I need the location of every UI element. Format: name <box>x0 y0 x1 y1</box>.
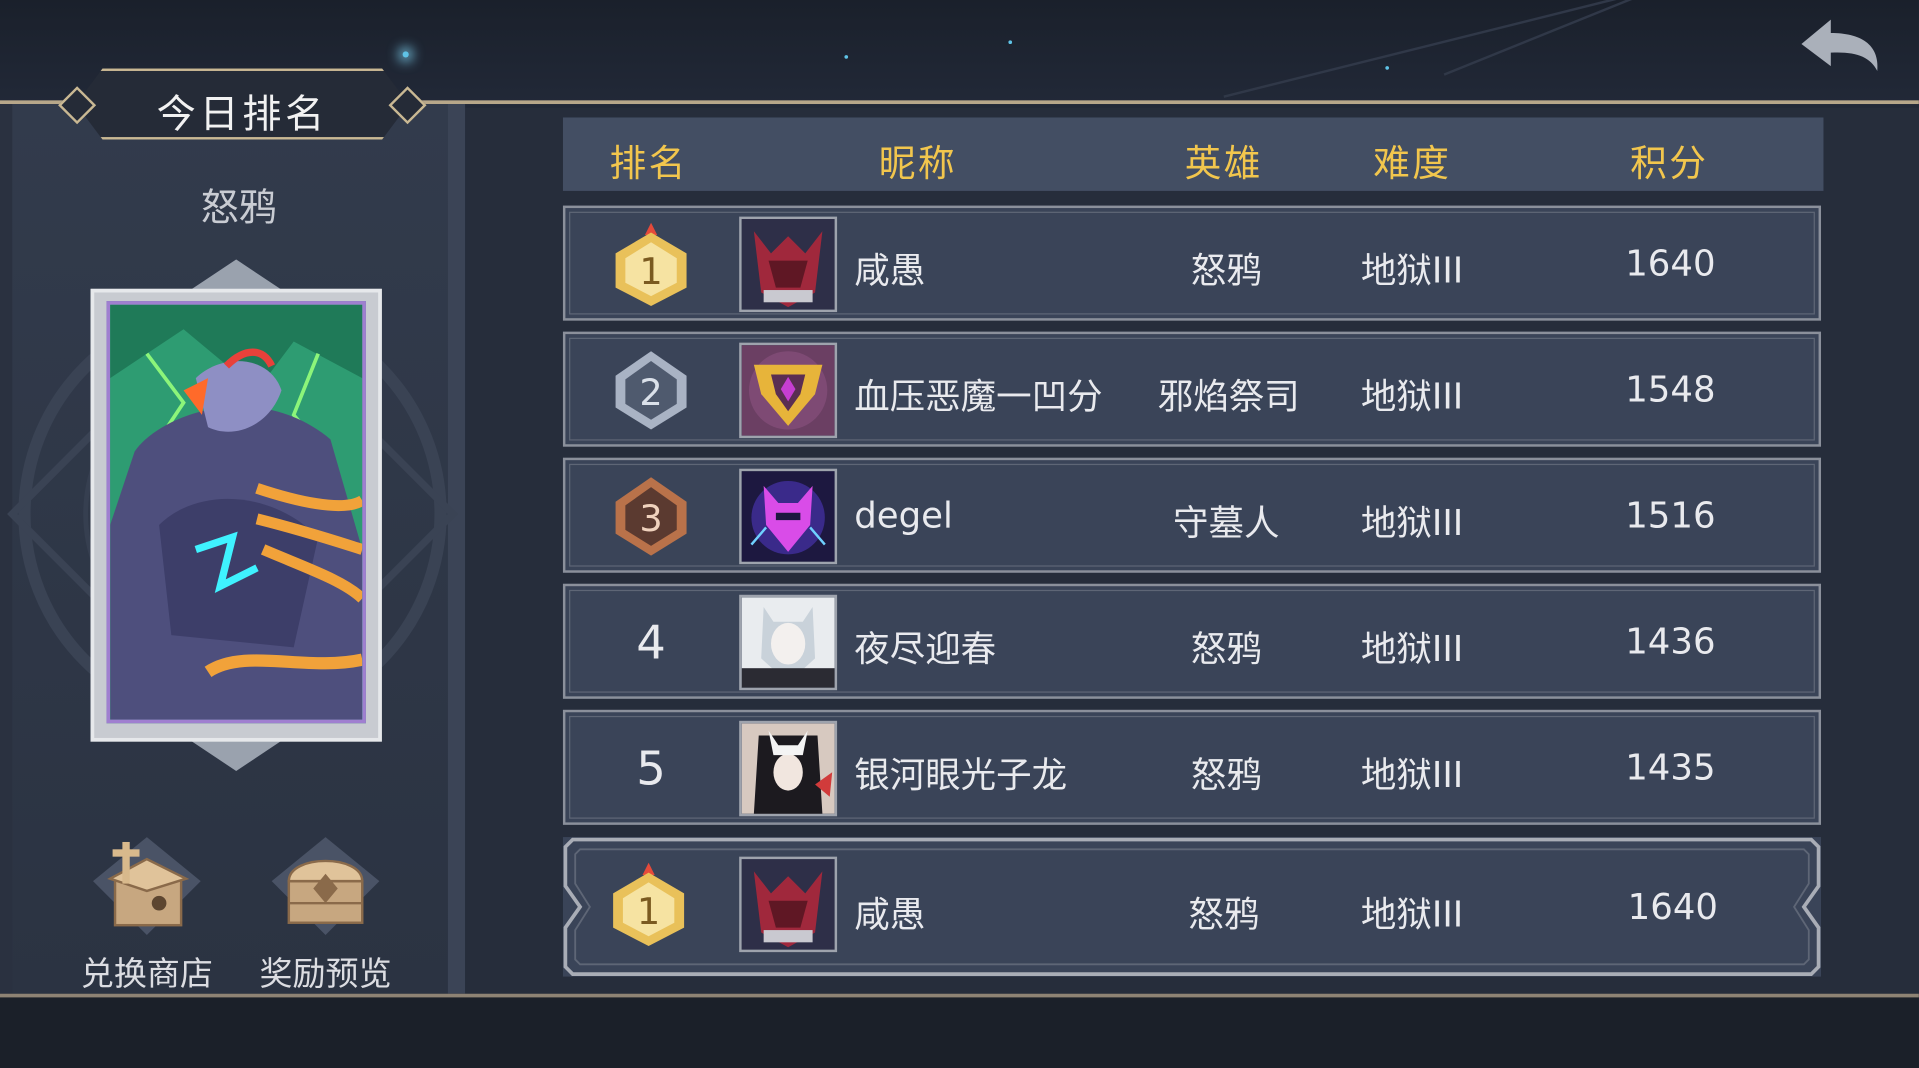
medal-rank-number: 1 <box>637 890 660 933</box>
medal-rank-number: 1 <box>639 250 662 293</box>
table-row[interactable]: 5 银河眼光子龙 怒鸦 地狱III 1435 <box>562 709 1822 825</box>
back-arrow-icon[interactable] <box>1797 15 1885 79</box>
star-sparkle <box>402 51 409 58</box>
rank-number: 4 <box>636 615 666 670</box>
player-score: 1640 <box>1627 886 1718 928</box>
player-name: 咸愚 <box>854 893 926 935</box>
player-difficulty: 地狱III <box>1360 501 1464 544</box>
reward-preview-button[interactable]: 奖励预览 <box>252 832 399 995</box>
star-sparkle <box>1385 66 1390 70</box>
reward-preview-label: 奖励预览 <box>259 955 392 994</box>
star-sparkle <box>844 55 849 59</box>
demon-portrait <box>741 859 835 950</box>
player-difficulty: 地狱III <box>1360 627 1464 670</box>
exchange-shop-button[interactable]: 兑换商店 <box>73 832 220 995</box>
player-hero: 邪焰祭司 <box>1157 375 1300 418</box>
player-score: 1436 <box>1625 620 1716 663</box>
player-name: degel <box>854 494 953 537</box>
golden-crest-portrait <box>741 345 835 436</box>
gold-rank-medal-icon: 1 <box>613 862 685 946</box>
player-hero: 守墓人 <box>1172 501 1280 544</box>
player-avatar[interactable] <box>739 468 838 565</box>
bronze-rank-medal-icon: 3 <box>615 477 687 556</box>
player-score: 1548 <box>1625 368 1716 410</box>
header-difficulty: 难度 <box>1373 143 1452 187</box>
white-hair-portrait <box>741 597 835 688</box>
player-name: 血压恶魔一凹分 <box>854 375 1103 418</box>
player-difficulty: 地狱III <box>1360 249 1464 292</box>
header-rank: 排名 <box>609 143 688 187</box>
table-row[interactable]: 3 degel 守墓人 地狱III 1516 <box>562 457 1822 573</box>
player-score: 1435 <box>1625 746 1716 789</box>
player-hero: 怒鸦 <box>1190 249 1262 292</box>
player-name: 咸愚 <box>854 249 926 292</box>
header-score: 积分 <box>1630 143 1709 187</box>
my-ranking-row[interactable]: 1 咸愚 怒鸦 地狱III 1640 <box>562 837 1822 977</box>
medal-rank-number: 2 <box>639 371 662 414</box>
raven-hero-illustration <box>110 304 363 720</box>
hero-card-art[interactable] <box>106 301 366 724</box>
bottom-bar <box>0 993 1919 1068</box>
player-score: 1516 <box>1625 494 1716 537</box>
gold-rank-medal-icon: 1 <box>615 222 687 306</box>
treasure-chest-icon <box>271 837 380 935</box>
player-name: 夜尽迎春 <box>854 627 997 670</box>
rank-number: 5 <box>636 741 666 796</box>
player-difficulty: 地狱III <box>1360 375 1464 418</box>
player-hero: 怒鸦 <box>1188 893 1260 935</box>
player-hero: 怒鸦 <box>1190 627 1262 670</box>
silver-rank-medal-icon: 2 <box>615 351 687 430</box>
player-difficulty: 地狱III <box>1360 753 1464 796</box>
purple-helmet-portrait <box>741 471 835 562</box>
star-sparkle <box>1008 40 1013 45</box>
panel-title: 今日排名 <box>156 90 328 138</box>
title-banner: 今日排名 <box>75 68 409 140</box>
player-name: 银河眼光子龙 <box>854 753 1068 796</box>
table-row[interactable]: 1 咸愚 怒鸦 地狱III 1640 <box>562 205 1822 321</box>
player-avatar[interactable] <box>739 856 838 953</box>
player-hero: 怒鸦 <box>1190 753 1262 796</box>
medal-rank-number: 3 <box>639 497 662 540</box>
table-row[interactable]: 4 夜尽迎春 怒鸦 地狱III 1436 <box>562 583 1822 699</box>
player-score: 1640 <box>1625 242 1716 284</box>
treasure-box-icon <box>93 837 201 935</box>
ranking-table-header: 排名 昵称 英雄 难度 积分 <box>562 117 1824 191</box>
table-row[interactable]: 2 血压恶魔一凹分 邪焰祭司 地狱III 1548 <box>562 331 1822 447</box>
player-difficulty: 地狱III <box>1360 893 1464 935</box>
player-avatar[interactable] <box>739 720 838 817</box>
player-avatar[interactable] <box>739 342 838 439</box>
header-hero: 英雄 <box>1184 143 1263 187</box>
exchange-shop-label: 兑换商店 <box>80 955 213 994</box>
fox-mask-portrait <box>741 723 835 814</box>
header-nickname: 昵称 <box>878 143 958 187</box>
player-avatar[interactable] <box>739 216 838 313</box>
demon-portrait <box>741 219 835 310</box>
player-avatar[interactable] <box>739 594 838 691</box>
hero-name: 怒鸦 <box>200 186 277 231</box>
